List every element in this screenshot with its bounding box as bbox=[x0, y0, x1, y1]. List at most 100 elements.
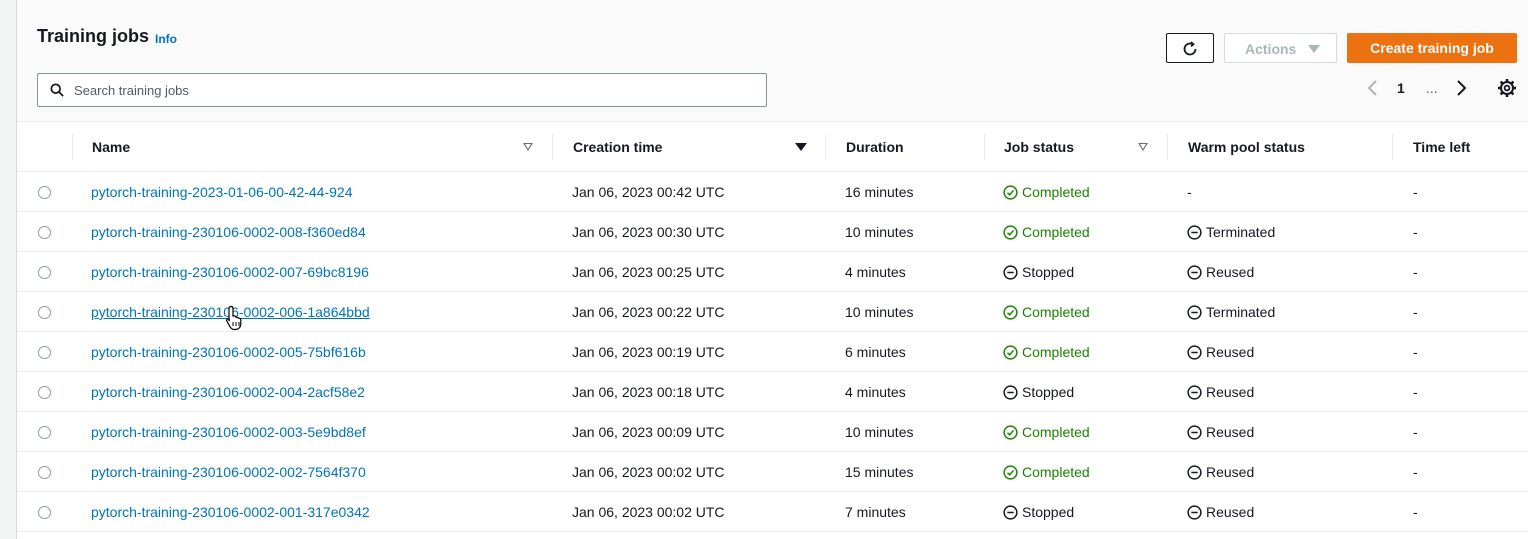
job-status-label: Completed bbox=[1022, 344, 1090, 360]
job-name-link[interactable]: pytorch-training-230106-0002-005-75bf616… bbox=[91, 332, 366, 372]
status-completed-icon bbox=[1003, 465, 1018, 480]
duration-cell: 10 minutes bbox=[845, 224, 914, 240]
warm-pool-status-cell: Reused bbox=[1187, 372, 1254, 412]
time-left-cell: - bbox=[1413, 504, 1418, 520]
table-row[interactable]: pytorch-training-230106-0002-001-317e034… bbox=[17, 492, 1528, 532]
time-left-cell: - bbox=[1413, 344, 1418, 360]
job-status-cell: Stopped bbox=[1003, 372, 1074, 412]
table-row[interactable]: pytorch-training-230106-0002-004-2acf58e… bbox=[17, 372, 1528, 412]
warm-pool-status-cell: Reused bbox=[1187, 452, 1254, 492]
sort-descending-icon[interactable] bbox=[795, 143, 807, 151]
job-status-cell: Stopped bbox=[1003, 492, 1074, 532]
job-name-link[interactable]: pytorch-training-230106-0002-008-f360ed8… bbox=[91, 212, 366, 252]
page-number[interactable]: 1 bbox=[1397, 80, 1405, 96]
table-row[interactable]: pytorch-training-230106-0002-008-f360ed8… bbox=[17, 212, 1528, 252]
status-stopped-icon bbox=[1003, 265, 1018, 280]
table-row[interactable]: pytorch-training-230106-0002-002-7564f37… bbox=[17, 452, 1528, 492]
column-header-creation-time[interactable]: Creation time bbox=[573, 122, 662, 172]
row-select-radio[interactable] bbox=[38, 466, 51, 479]
job-name-link[interactable]: pytorch-training-230106-0002-001-317e034… bbox=[91, 492, 370, 532]
gear-icon[interactable] bbox=[1497, 78, 1517, 98]
training-jobs-panel: Training jobs Info Actions Create traini… bbox=[17, 0, 1528, 539]
chevron-right-icon[interactable] bbox=[1452, 78, 1470, 98]
duration-cell: 10 minutes bbox=[845, 304, 914, 320]
warm-pool-status-label: Reused bbox=[1206, 344, 1255, 360]
status-stopped-icon bbox=[1003, 385, 1018, 400]
warm-pool-status-label: Terminated bbox=[1206, 224, 1276, 240]
search-icon bbox=[50, 83, 64, 97]
row-select-radio[interactable] bbox=[38, 346, 51, 359]
sort-icon[interactable] bbox=[1138, 143, 1148, 151]
column-separator bbox=[1392, 134, 1393, 160]
time-left-cell: - bbox=[1413, 384, 1418, 400]
job-status-label: Stopped bbox=[1022, 504, 1075, 520]
table-header: Name Creation time Duration Job status W… bbox=[17, 122, 1528, 172]
job-name-link[interactable]: pytorch-training-230106-0002-007-69bc819… bbox=[91, 252, 369, 292]
warm-pool-status-label: Reused bbox=[1206, 464, 1255, 480]
job-status-label: Stopped bbox=[1022, 264, 1075, 280]
warm-pool-status-cell: - bbox=[1187, 172, 1192, 212]
chevron-left-icon[interactable] bbox=[1364, 78, 1382, 98]
column-header-job-status[interactable]: Job status bbox=[1004, 122, 1074, 172]
column-separator bbox=[1167, 134, 1168, 160]
creation-time-cell: Jan 06, 2023 00:09 UTC bbox=[572, 424, 725, 440]
warm-pool-status-icon bbox=[1187, 425, 1202, 440]
time-left-cell: - bbox=[1413, 184, 1418, 200]
create-training-job-button[interactable]: Create training job bbox=[1347, 33, 1517, 63]
job-status-label: Completed bbox=[1022, 184, 1090, 200]
page-title: Training jobs bbox=[37, 26, 150, 46]
creation-time-cell: Jan 06, 2023 00:02 UTC bbox=[572, 464, 725, 480]
search-input[interactable] bbox=[74, 74, 754, 106]
warm-pool-status-label: - bbox=[1187, 184, 1192, 200]
status-completed-icon bbox=[1003, 225, 1018, 240]
job-name-link[interactable]: pytorch-training-2023-01-06-00-42-44-924 bbox=[91, 172, 353, 212]
job-name-link[interactable]: pytorch-training-230106-0002-003-5e9bd8e… bbox=[91, 412, 366, 452]
job-status-label: Completed bbox=[1022, 304, 1090, 320]
column-header-time-left[interactable]: Time left bbox=[1413, 122, 1470, 172]
job-status-cell: Completed bbox=[1003, 332, 1090, 372]
table-row[interactable]: pytorch-training-230106-0002-005-75bf616… bbox=[17, 332, 1528, 372]
row-select-radio[interactable] bbox=[38, 266, 51, 279]
table-row[interactable]: pytorch-training-230106-0002-007-69bc819… bbox=[17, 252, 1528, 292]
warm-pool-status-icon bbox=[1187, 385, 1202, 400]
column-header-warm-pool-status[interactable]: Warm pool status bbox=[1188, 122, 1305, 172]
job-status-cell: Completed bbox=[1003, 212, 1090, 252]
sort-icon[interactable] bbox=[523, 143, 533, 151]
table-row[interactable]: pytorch-training-2023-01-06-00-42-44-924… bbox=[17, 172, 1528, 212]
warm-pool-status-icon bbox=[1187, 505, 1202, 520]
actions-label: Actions bbox=[1245, 41, 1297, 57]
job-name-link[interactable]: pytorch-training-230106-0002-002-7564f37… bbox=[91, 452, 366, 492]
panel-header: Training jobs Info Actions Create traini… bbox=[17, 0, 1528, 122]
row-select-radio[interactable] bbox=[38, 186, 51, 199]
warm-pool-status-cell: Terminated bbox=[1187, 212, 1275, 252]
table-row[interactable]: pytorch-training-230106-0002-006-1a864bb… bbox=[17, 292, 1528, 332]
table-row[interactable]: pytorch-training-230106-0002-003-5e9bd8e… bbox=[17, 412, 1528, 452]
time-left-cell: - bbox=[1413, 264, 1418, 280]
column-separator bbox=[552, 134, 553, 160]
warm-pool-status-cell: Reused bbox=[1187, 332, 1254, 372]
row-select-radio[interactable] bbox=[38, 226, 51, 239]
job-name-link[interactable]: pytorch-training-230106-0002-004-2acf58e… bbox=[91, 372, 365, 412]
duration-cell: 4 minutes bbox=[845, 384, 906, 400]
job-status-cell: Completed bbox=[1003, 452, 1090, 492]
warm-pool-status-label: Reused bbox=[1206, 384, 1255, 400]
job-status-label: Completed bbox=[1022, 464, 1090, 480]
column-header-duration[interactable]: Duration bbox=[846, 122, 904, 172]
creation-time-cell: Jan 06, 2023 00:42 UTC bbox=[572, 184, 725, 200]
actions-dropdown[interactable]: Actions bbox=[1224, 33, 1337, 63]
column-header-name[interactable]: Name bbox=[92, 122, 130, 172]
row-select-radio[interactable] bbox=[38, 506, 51, 519]
warm-pool-status-icon bbox=[1187, 465, 1202, 480]
row-select-radio[interactable] bbox=[38, 306, 51, 319]
duration-cell: 15 minutes bbox=[845, 464, 914, 480]
row-select-radio[interactable] bbox=[38, 386, 51, 399]
warm-pool-status-icon bbox=[1187, 265, 1202, 280]
info-link[interactable]: Info bbox=[155, 32, 177, 46]
time-left-cell: - bbox=[1413, 304, 1418, 320]
search-box[interactable] bbox=[37, 73, 767, 107]
refresh-button[interactable] bbox=[1166, 33, 1214, 63]
row-select-radio[interactable] bbox=[38, 426, 51, 439]
job-status-label: Completed bbox=[1022, 424, 1090, 440]
warm-pool-status-icon bbox=[1187, 305, 1202, 320]
column-separator bbox=[984, 134, 985, 160]
